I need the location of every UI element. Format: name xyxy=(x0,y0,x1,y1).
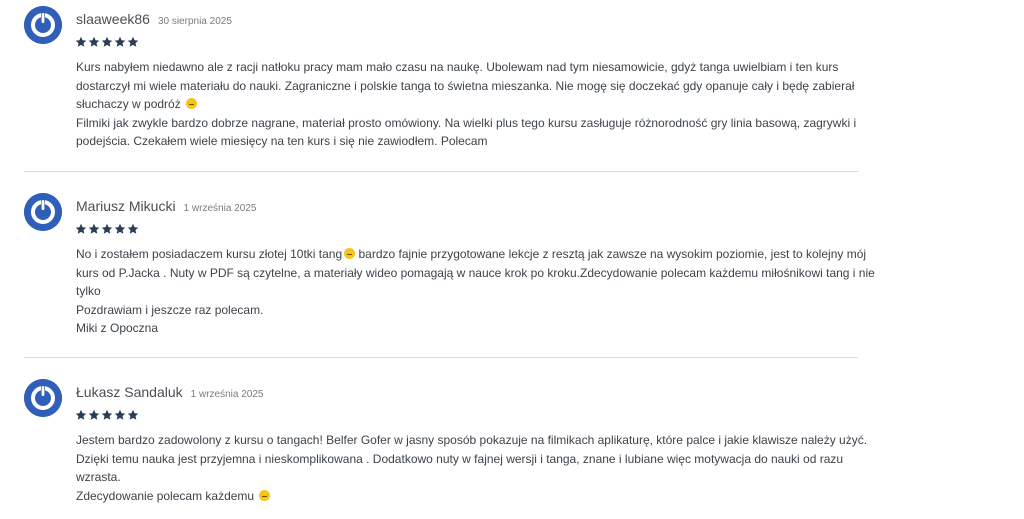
review-body: Jestem bardzo zadowolony z kursu o tanga… xyxy=(76,431,868,506)
star-icon xyxy=(75,223,87,234)
review-date: 1 września 2025 xyxy=(183,203,257,214)
star-icon xyxy=(101,36,113,47)
review-text-line: No i zostałem posiadaczem kursu złotej 1… xyxy=(76,245,866,264)
star-rating xyxy=(75,409,139,421)
review-text-line: dostarczył mi wiele materiału do nauki. … xyxy=(76,78,855,93)
review-date: 1 września 2025 xyxy=(190,389,264,400)
review-text-line: Kurs nabyłem niedawno ale z racji natłok… xyxy=(76,60,839,74)
review-body: Kurs nabyłem niedawno ale z racji natłok… xyxy=(76,58,856,151)
star-rating xyxy=(75,223,139,235)
review-text-fragment: słuchaczy w podróż xyxy=(76,97,181,111)
star-icon xyxy=(127,409,139,420)
review-header: slaaweek86 30 sierpnia 2025 xyxy=(76,11,232,29)
star-icon xyxy=(75,36,87,47)
power-avatar-icon xyxy=(24,379,62,417)
star-icon xyxy=(114,223,126,234)
review-text-line: Zdecydowanie polecam każdemu xyxy=(76,487,856,506)
review-text-line: Filmiki jak zwykle bardzo dobrze nagrane… xyxy=(76,115,857,130)
review-author: Mariusz Mikucki xyxy=(76,198,176,214)
smile-emoji-icon xyxy=(186,98,198,109)
review-text-line: kurs od P.Jacka . Nuty w PDF są czytelne… xyxy=(76,265,875,280)
review-text-line: podejścia. Czekałem wiele miesięcy na te… xyxy=(76,134,488,148)
review-body: No i zostałem posiadaczem kursu złotej 1… xyxy=(76,245,875,338)
review-text-fragment: No i zostałem posiadaczem kursu złotej 1… xyxy=(76,247,343,261)
star-icon xyxy=(127,223,139,234)
star-icon xyxy=(88,223,100,234)
star-icon xyxy=(101,409,113,420)
review-divider xyxy=(24,171,858,172)
star-icon xyxy=(114,409,126,420)
review-text-line: słuchaczy w podróż xyxy=(76,95,856,114)
review-author: slaaweek86 xyxy=(76,11,150,27)
review-divider xyxy=(24,357,858,358)
avatar xyxy=(24,6,62,44)
review-header: Mariusz Mikucki 1 września 2025 xyxy=(76,198,256,216)
power-avatar-icon xyxy=(24,6,62,44)
review-text-line: Jestem bardzo zadowolony z kursu o tanga… xyxy=(76,433,868,447)
star-icon xyxy=(88,36,100,47)
star-icon xyxy=(88,409,100,420)
review-text-fragment: bardzo fajnie przygotowane lekcje z resz… xyxy=(355,247,867,261)
review-author: Łukasz Sandaluk xyxy=(76,384,183,400)
review-text-fragment: Zdecydowanie polecam każdemu xyxy=(76,488,255,503)
review-text-line: tylko xyxy=(76,284,101,298)
review-text-line: Pozdrawiam i jeszcze raz polecam. xyxy=(76,302,264,317)
avatar xyxy=(24,193,62,231)
star-icon xyxy=(101,223,113,234)
review-date: 30 sierpnia 2025 xyxy=(157,16,232,27)
smile-emoji-icon xyxy=(344,248,356,259)
star-icon xyxy=(127,36,139,47)
review-text-line: Miki z Opoczna xyxy=(76,321,159,335)
star-icon xyxy=(75,409,87,420)
smile-emoji-icon xyxy=(259,489,271,501)
review-list: slaaweek86 30 sierpnia 2025 Kurs nabyłem … xyxy=(0,0,1024,519)
review-text-line: Dzięki temu nauka jest przyjemna i niesk… xyxy=(76,451,844,466)
power-avatar-icon xyxy=(24,193,62,231)
avatar xyxy=(24,379,62,417)
star-icon xyxy=(114,36,126,47)
review-header: Łukasz Sandaluk 1 września 2025 xyxy=(76,384,263,402)
star-rating xyxy=(75,36,139,48)
review-text-line: wzrasta. xyxy=(76,470,121,484)
